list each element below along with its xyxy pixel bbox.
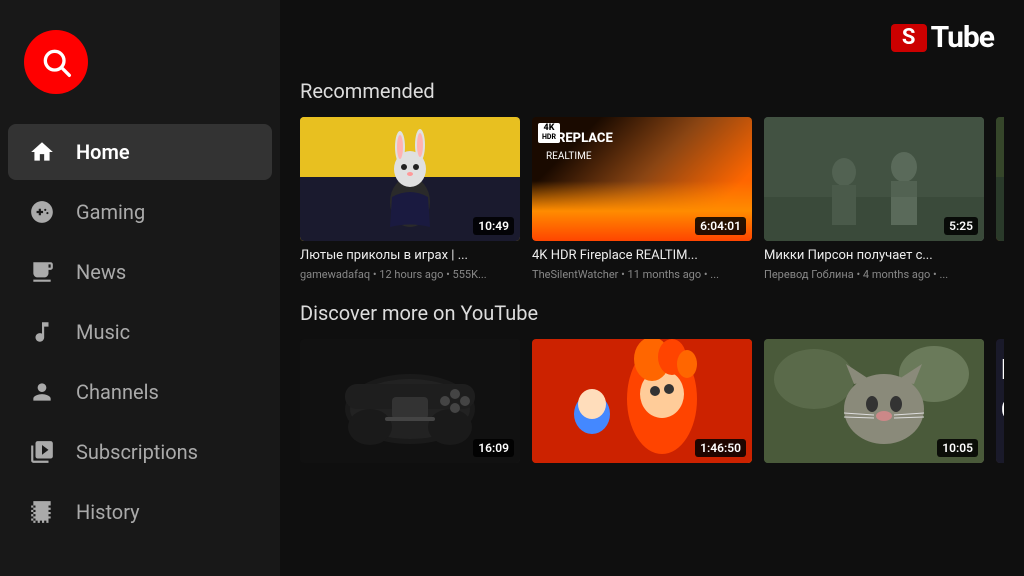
discover-thumbnail-3: 10:05 bbox=[764, 339, 984, 463]
logo: S Tube bbox=[891, 20, 994, 55]
discover-card-3[interactable]: 10:05 bbox=[764, 339, 984, 463]
sidebar-item-music[interactable]: Music bbox=[8, 304, 272, 360]
recommended-row: 10:49 Лютые приколы в играх | ... gamewa… bbox=[300, 117, 1004, 281]
sidebar-item-gaming[interactable]: Gaming bbox=[8, 184, 272, 240]
thumbnail-art-4 bbox=[996, 117, 1004, 241]
video-meta-3: Перевод Гоблина • 4 months ago • ... bbox=[764, 268, 984, 281]
home-icon bbox=[28, 138, 56, 166]
subscriptions-label: Subscriptions bbox=[76, 440, 198, 464]
history-icon bbox=[28, 498, 56, 526]
video-thumbnail-3: 5:25 bbox=[764, 117, 984, 241]
recommended-title: Recommended bbox=[300, 79, 1004, 103]
video-meta-2: TheSilentWatcher • 11 months ago • ... bbox=[532, 268, 752, 281]
logo-tube: Tube bbox=[931, 20, 994, 55]
sidebar-item-news[interactable]: News bbox=[8, 244, 272, 300]
nav-menu: Home Gaming News bbox=[0, 124, 280, 540]
recommended-section: Recommended bbox=[300, 79, 1004, 281]
video-duration-3: 5:25 bbox=[944, 217, 978, 235]
subscriptions-icon bbox=[28, 438, 56, 466]
discover-title: Discover more on YouTube bbox=[300, 301, 1004, 325]
discover-thumbnail-1: 16:09 bbox=[300, 339, 520, 463]
video-duration-2: 6:04:01 bbox=[695, 217, 746, 235]
discover-card-1[interactable]: 16:09 bbox=[300, 339, 520, 463]
discover-card-2[interactable]: 1:46:50 bbox=[532, 339, 752, 463]
video-card-2[interactable]: FIREPLACEREALTIME 4K HDR 6:04:01 4K HDR … bbox=[532, 117, 752, 281]
channels-label: Channels bbox=[76, 380, 159, 404]
video-thumbnail-2: FIREPLACEREALTIME 4K HDR 6:04:01 bbox=[532, 117, 752, 241]
sidebar-item-history[interactable]: History bbox=[8, 484, 272, 540]
discover-row: 16:09 bbox=[300, 339, 1004, 463]
discover-duration-3: 10:05 bbox=[937, 439, 978, 457]
partial-thumb-art: B C bbox=[996, 339, 1004, 463]
discover-thumbnail-4: B C bbox=[996, 339, 1004, 463]
top-header: S Tube bbox=[300, 20, 1004, 55]
music-icon bbox=[28, 318, 56, 346]
discover-duration-2: 1:46:50 bbox=[695, 439, 746, 457]
video-title-3: Микки Пирсон получает с... bbox=[764, 247, 984, 265]
search-icon bbox=[40, 46, 72, 78]
discover-card-4[interactable]: B C bbox=[996, 339, 1004, 463]
logo-s: S bbox=[891, 24, 927, 52]
music-label: Music bbox=[76, 320, 130, 344]
sidebar-item-subscriptions[interactable]: Subscriptions bbox=[8, 424, 272, 480]
channels-icon bbox=[28, 378, 56, 406]
gaming-icon bbox=[28, 198, 56, 226]
history-label: History bbox=[76, 500, 140, 524]
video-duration-1: 10:49 bbox=[473, 217, 514, 235]
discover-thumbnail-2: 1:46:50 bbox=[532, 339, 752, 463]
main-content: S Tube Recommended bbox=[280, 0, 1024, 576]
video-card-3[interactable]: 5:25 Микки Пирсон получает с... Перевод … bbox=[764, 117, 984, 281]
video-card-1[interactable]: 10:49 Лютые приколы в играх | ... gamewa… bbox=[300, 117, 520, 281]
home-label: Home bbox=[76, 140, 130, 164]
news-label: News bbox=[76, 260, 126, 284]
video-title-2: 4K HDR Fireplace REALTIM... bbox=[532, 247, 752, 265]
video-title-1: Лютые приколы в играх | ... bbox=[300, 247, 520, 265]
sidebar-item-home[interactable]: Home bbox=[8, 124, 272, 180]
sidebar: Home Gaming News bbox=[0, 0, 280, 576]
video-meta-1: gamewadafaq • 12 hours ago • 555K... bbox=[300, 268, 520, 281]
svg-text:C: C bbox=[1001, 393, 1004, 426]
discover-duration-1: 16:09 bbox=[473, 439, 514, 457]
sidebar-item-channels[interactable]: Channels bbox=[8, 364, 272, 420]
video-card-4[interactable] bbox=[996, 117, 1004, 281]
discover-section: Discover more on YouTube bbox=[300, 301, 1004, 463]
svg-text:B: B bbox=[1001, 353, 1004, 386]
video-thumbnail-4 bbox=[996, 117, 1004, 241]
badge-4k: 4K HDR bbox=[538, 123, 560, 143]
news-icon bbox=[28, 258, 56, 286]
gaming-label: Gaming bbox=[76, 200, 145, 224]
video-thumbnail-1: 10:49 bbox=[300, 117, 520, 241]
search-button[interactable] bbox=[24, 30, 88, 94]
